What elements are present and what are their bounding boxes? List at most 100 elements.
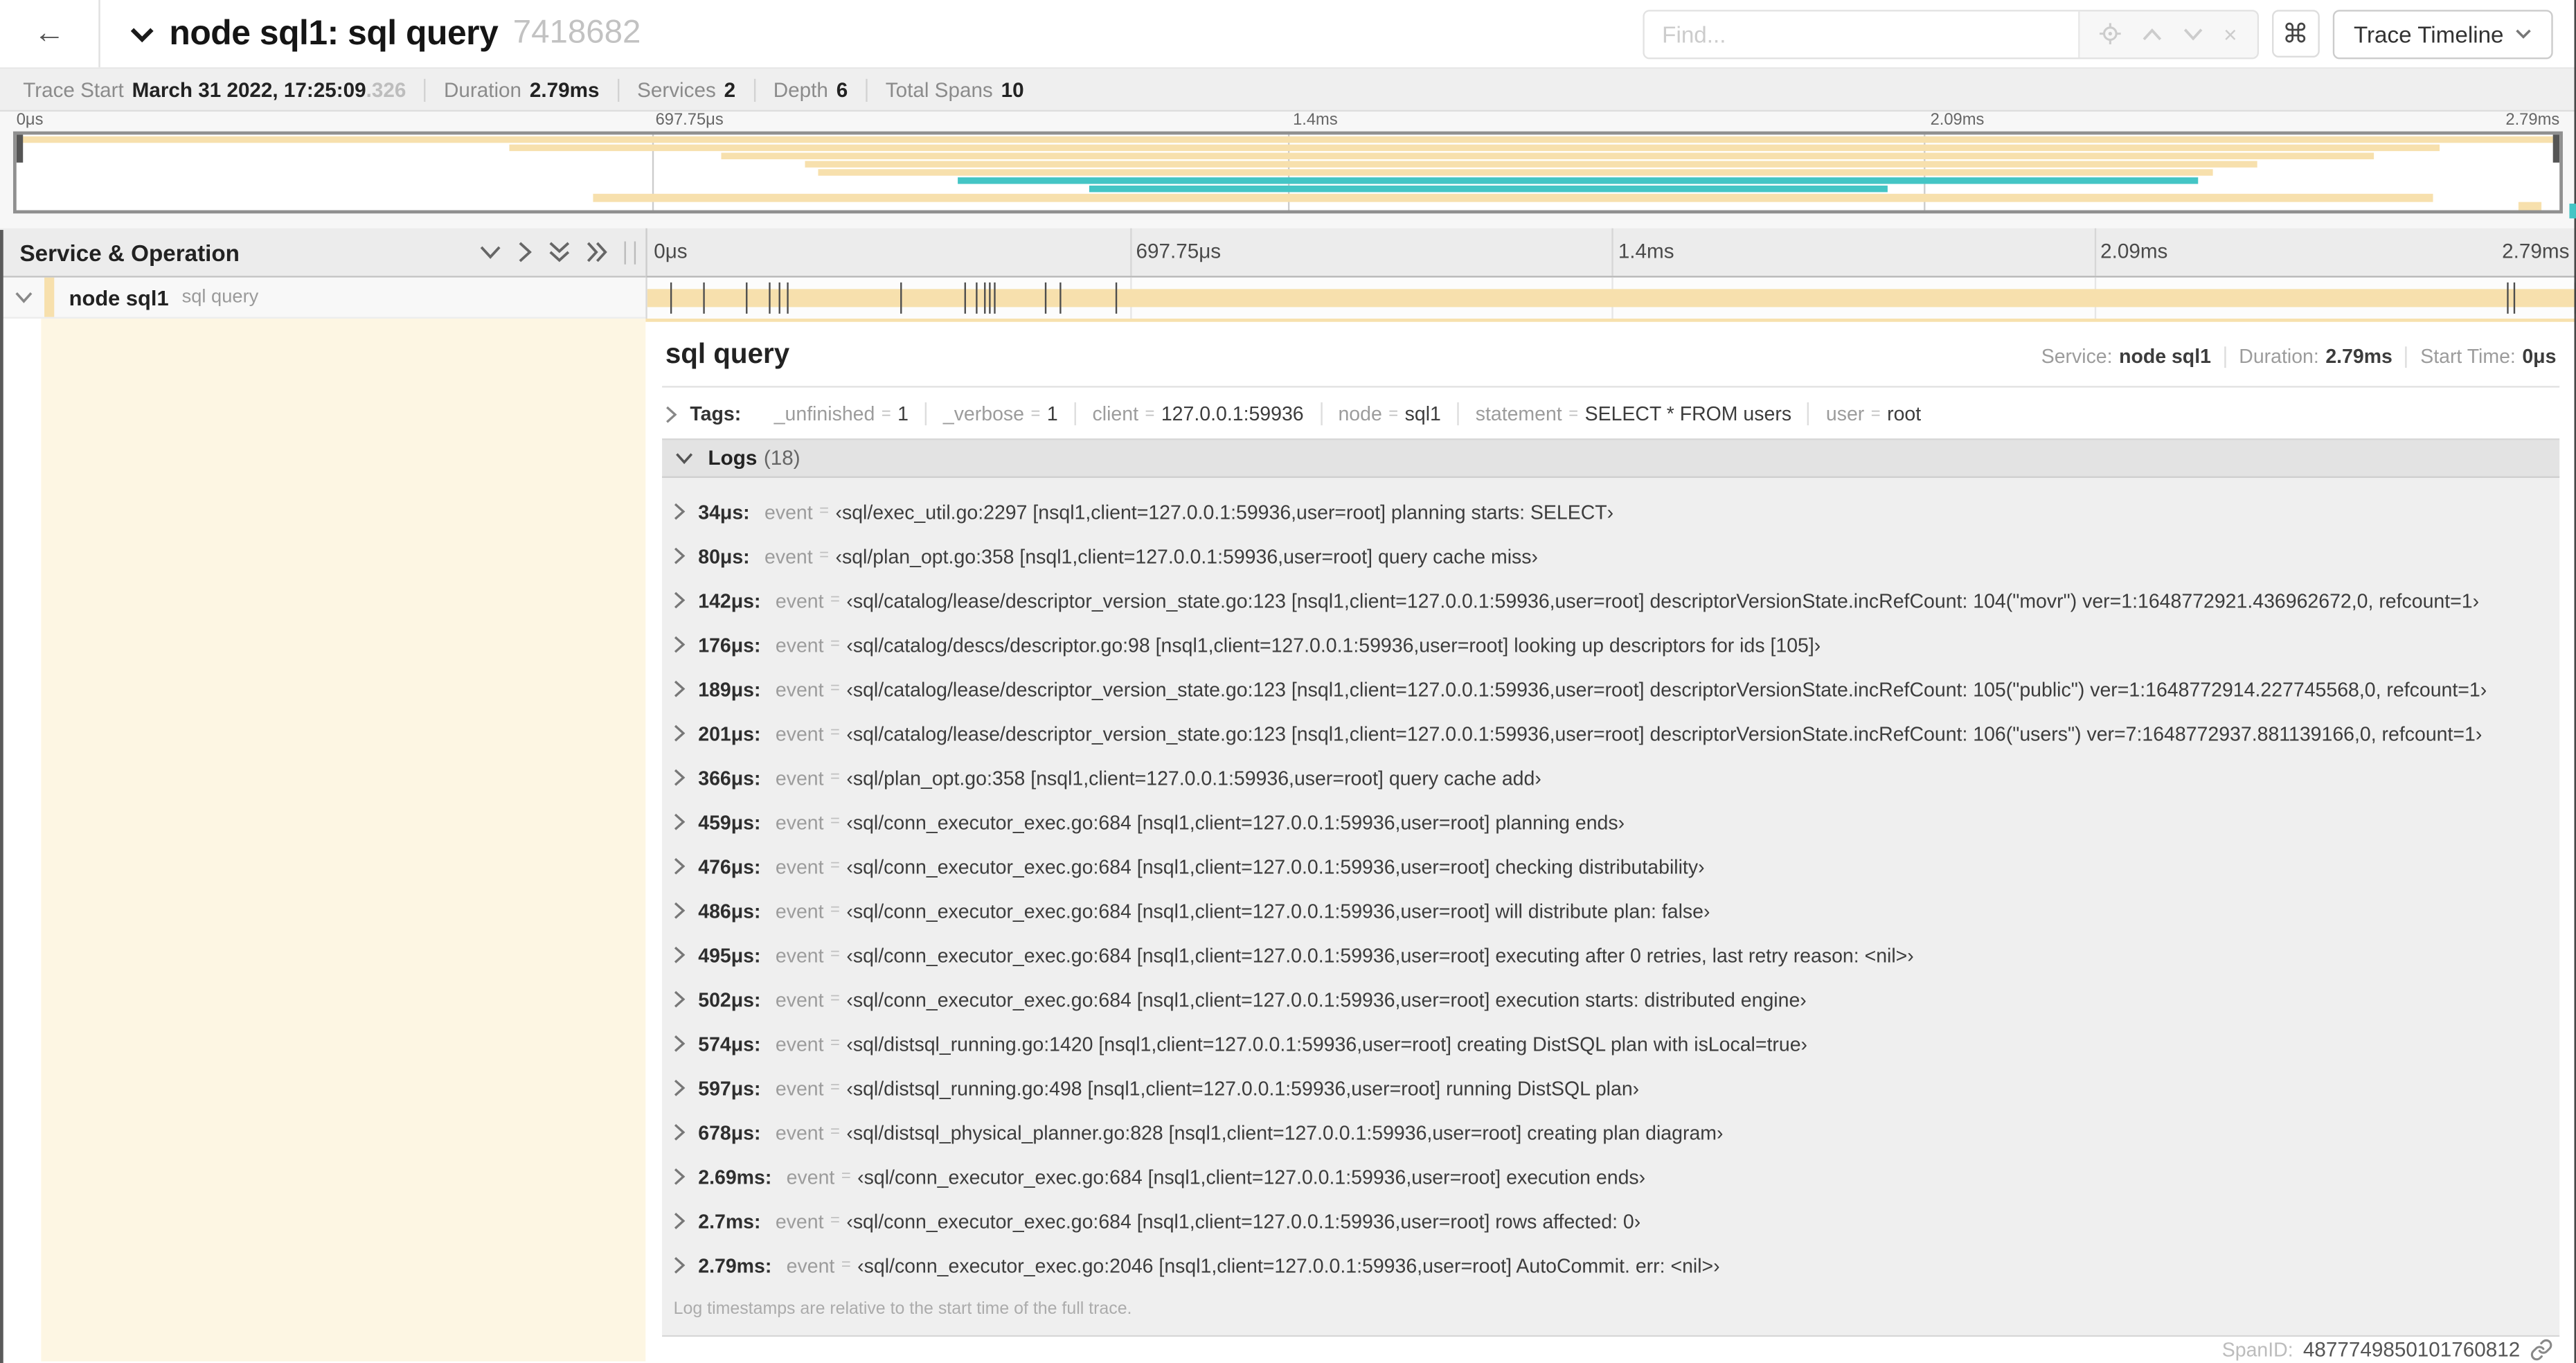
collapse-all-icon[interactable] [548,242,570,263]
log-row[interactable]: 201μs: event = ‹sql/catalog/lease/descripto… [662,711,2559,756]
logs-header[interactable]: Logs (18) [662,440,2560,478]
log-expand-icon[interactable] [674,1035,686,1053]
info-value: March 31 2022, 17:25:09.326 [132,78,406,101]
log-expand-icon[interactable] [674,902,686,920]
log-marker-tick [2514,282,2516,314]
tag-item[interactable]: client = 127.0.0.1:59936 [1076,402,1321,425]
equals-sign: = [830,857,840,875]
log-row[interactable]: 34μs: event = ‹sql/exec_util.go:2297 [nsql1… [662,490,2559,534]
log-row[interactable]: 142μs: event = ‹sql/catalog/lease/descripto… [662,578,2559,623]
minimap-right-scrubber[interactable] [2552,134,2560,163]
minimap-span-bar [805,160,2257,168]
span-bar-cell[interactable] [645,277,2576,319]
log-expand-icon[interactable] [674,1168,686,1186]
log-expand-icon[interactable] [674,680,686,698]
equals-sign: = [841,1167,851,1186]
span-duration-bar[interactable] [647,289,2576,308]
span-name-cell[interactable]: node sql1 sql query [0,277,646,319]
log-field-name: event [775,810,824,834]
log-expand-icon[interactable] [674,946,686,964]
detail-header: sql query Service: node sql1 Duration: 2.79… [662,338,2559,371]
log-expand-icon[interactable] [674,1212,686,1230]
log-row[interactable]: 502μs: event = ‹sql/conn_executor_exec.go:6… [662,977,2559,1022]
log-expand-icon[interactable] [674,547,686,565]
equals-sign: = [830,679,840,698]
tag-value: SELECT * FROM users [1584,402,1792,426]
ruler-tick-label: 1.4ms [1618,240,1674,263]
log-row[interactable]: 2.69ms: event = ‹sql/conn_executor_exec.go:… [662,1155,2559,1199]
log-field-name: event [775,633,824,657]
keyboard-shortcuts-button[interactable]: ⌘ [2271,10,2320,57]
log-row[interactable]: 80μs: event = ‹sql/plan_opt.go:358 [nsql1,c… [662,534,2559,578]
log-row[interactable]: 678μs: event = ‹sql/distsql_physical_planne… [662,1110,2559,1155]
tag-item[interactable]: _verbose = 1 [927,402,1074,425]
minimap-canvas[interactable] [12,131,2563,214]
log-expand-icon[interactable] [674,857,686,875]
logs-footnote: Log timestamps are relative to the start… [673,1299,1132,1319]
find-prev-icon[interactable] [2141,27,2161,40]
log-marker-tick [702,282,704,314]
log-row[interactable]: 2.79ms: event = ‹sql/conn_executor_exec.go:… [662,1243,2559,1288]
log-timestamp: 142μs: [698,589,761,612]
log-expand-icon[interactable] [674,503,686,521]
log-expand-icon[interactable] [674,1256,686,1274]
minimap-tick-label: 1.4ms [1293,112,1338,130]
log-row[interactable]: 189μs: event = ‹sql/catalog/lease/descripto… [662,667,2559,711]
log-row[interactable]: 366μs: event = ‹sql/plan_opt.go:358 [nsql1,… [662,756,2559,800]
find-clear-icon[interactable]: × [2224,21,2237,47]
expand-all-icon[interactable] [587,242,608,263]
trace-title-group[interactable]: node sql1: sql query 7418682 [129,14,641,53]
tag-item[interactable]: user = root [1809,402,1938,425]
log-expand-icon[interactable] [674,1123,686,1141]
find-input[interactable] [1644,10,2077,57]
logs-collapse-icon[interactable] [675,452,693,465]
tag-item[interactable]: _unfinished = 1 [758,402,925,425]
tag-item[interactable]: statement = SELECT * FROM users [1459,402,1808,425]
log-row[interactable]: 476μs: event = ‹sql/conn_executor_exec.go:6… [662,844,2559,889]
log-expand-icon[interactable] [674,769,686,787]
tag-value: root [1887,402,1922,426]
minimap-span-bar [593,194,2433,202]
log-row[interactable]: 495μs: event = ‹sql/conn_executor_exec.go:6… [662,933,2559,977]
tag-item[interactable]: node = sql1 [1322,402,1458,425]
tags-expand-icon[interactable] [665,404,677,422]
find-next-icon[interactable] [2183,27,2202,40]
locate-icon[interactable] [2098,23,2120,45]
log-field-value: ‹sql/exec_util.go:2297 [nsql1,client=127… [835,499,1614,524]
collapse-trace-icon[interactable] [129,26,154,42]
log-expand-icon[interactable] [674,990,686,1008]
minimap-tick-label: 0μs [16,112,44,130]
collapse-one-icon[interactable] [480,244,501,259]
log-row[interactable]: 486μs: event = ‹sql/conn_executor_exec.go:6… [662,889,2559,933]
span-collapse-icon[interactable] [15,291,33,304]
deep-link-icon[interactable] [2530,1337,2552,1360]
minimap-tick-label: 2.09ms [1930,112,1985,130]
minimap-ruler: 0μs 697.75μs 1.4ms 2.09ms 2.79ms [13,112,2563,131]
log-timestamp: 678μs: [698,1121,761,1144]
log-field-name: event [775,766,824,790]
log-expand-icon[interactable] [674,591,686,609]
log-expand-icon[interactable] [674,1079,686,1097]
detail-summary: Service: node sql1 Duration: 2.79ms Start Ti… [2041,345,2557,368]
log-row[interactable]: 459μs: event = ‹sql/conn_executor_exec.go:6… [662,800,2559,844]
back-button[interactable]: ← [0,0,100,68]
ruler-tick-label: 697.75μs [1136,240,1222,263]
log-row[interactable]: 597μs: event = ‹sql/distsql_running.go:498 … [662,1066,2559,1110]
expand-one-icon[interactable] [517,242,532,263]
info-label: Services [637,78,716,101]
span-row[interactable]: node sql1 sql query [0,277,2576,319]
view-selector-button[interactable]: Trace Timeline [2332,9,2553,59]
log-row[interactable]: 574μs: event = ‹sql/distsql_running.go:1420… [662,1022,2559,1066]
column-resize-handle[interactable] [624,240,636,264]
log-expand-icon[interactable] [674,813,686,831]
log-expand-icon[interactable] [674,636,686,654]
log-field-name: event [775,677,824,701]
log-expand-icon[interactable] [674,724,686,742]
log-row[interactable]: 176μs: event = ‹sql/catalog/descs/descripto… [662,623,2559,667]
equals-sign: = [830,812,840,831]
log-field-name: event [775,1209,824,1233]
tags-row[interactable]: Tags: _unfinished = 1 _verbose = 1 client = 127.… [662,388,2559,439]
minimap-left-scrubber[interactable] [16,134,24,163]
timeline-ruler: 0μs 697.75μs 1.4ms 2.09ms 2.79ms [645,228,2576,278]
log-row[interactable]: 2.7ms: event = ‹sql/conn_executor_exec.go:6… [662,1199,2559,1243]
